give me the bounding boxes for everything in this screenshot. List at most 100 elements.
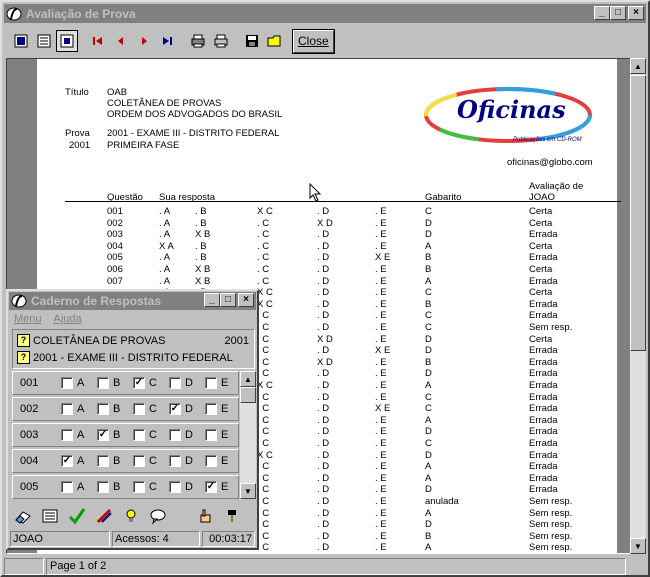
option-e[interactable]: E xyxy=(205,429,228,441)
option-a[interactable]: A xyxy=(61,429,84,441)
maximize-button[interactable]: □ xyxy=(610,6,626,20)
next-page-icon[interactable] xyxy=(133,30,155,52)
option-checkbox[interactable] xyxy=(133,403,145,415)
caderno-minimize-button[interactable]: _ xyxy=(204,293,220,307)
option-d[interactable]: D xyxy=(169,481,193,493)
printer-setup-icon[interactable] xyxy=(187,30,209,52)
option-checkbox[interactable] xyxy=(169,377,181,389)
check-icon[interactable] xyxy=(66,506,88,526)
option-c[interactable]: C xyxy=(133,481,157,493)
option-checkbox[interactable] xyxy=(205,377,217,389)
option-e[interactable]: E xyxy=(205,403,228,415)
open-folder-icon[interactable] xyxy=(264,30,286,52)
caderno-scroll-down[interactable]: ▼ xyxy=(240,483,256,499)
previous-page-icon[interactable] xyxy=(110,30,132,52)
gabarito-value: D xyxy=(425,426,432,438)
caderno-close-button[interactable]: × xyxy=(238,293,254,307)
option-a[interactable]: ✓ A xyxy=(61,455,84,467)
last-page-icon[interactable] xyxy=(156,30,178,52)
hand-icon[interactable] xyxy=(194,506,216,526)
option-checkbox[interactable] xyxy=(133,455,145,467)
option-a[interactable]: A xyxy=(61,403,84,415)
option-checkbox[interactable] xyxy=(61,377,73,389)
option-checkbox[interactable] xyxy=(205,455,217,467)
help-book-icon[interactable]: ? xyxy=(17,351,30,364)
option-b[interactable]: ✓ B xyxy=(97,429,120,441)
fit-page-view-icon[interactable] xyxy=(56,30,78,52)
option-e[interactable]: ✓ E xyxy=(205,481,228,493)
option-b[interactable]: B xyxy=(97,455,120,467)
caderno-title-bar[interactable]: Caderno de Respostas _ □ × xyxy=(9,292,256,310)
option-checkbox[interactable] xyxy=(97,481,109,493)
option-checkbox[interactable] xyxy=(97,403,109,415)
brush-icon[interactable] xyxy=(221,506,243,526)
option-d[interactable]: D xyxy=(169,377,193,389)
answer-mark: . E xyxy=(375,519,387,531)
option-checkbox[interactable] xyxy=(61,481,73,493)
scroll-thumb[interactable] xyxy=(630,75,646,351)
option-checkbox[interactable] xyxy=(169,429,181,441)
option-e[interactable]: E xyxy=(205,377,228,389)
option-checkbox[interactable] xyxy=(169,455,181,467)
option-checkbox[interactable]: ✓ xyxy=(97,429,109,441)
option-checkbox[interactable] xyxy=(133,429,145,441)
gabarito-value: B xyxy=(425,252,432,264)
option-c[interactable]: C xyxy=(133,429,157,441)
option-checkbox[interactable]: ✓ xyxy=(133,377,145,389)
vertical-scrollbar[interactable]: ▲ ▼ xyxy=(630,58,646,554)
option-checkbox[interactable]: ✓ xyxy=(205,481,217,493)
answer-mark: . A xyxy=(159,206,171,217)
eraser-icon[interactable] xyxy=(12,506,34,526)
single-page-view-icon[interactable] xyxy=(10,30,32,52)
first-page-icon[interactable] xyxy=(87,30,109,52)
answer-sheet-icon[interactable] xyxy=(39,506,61,526)
option-checkbox[interactable] xyxy=(97,377,109,389)
option-checkbox[interactable] xyxy=(169,481,181,493)
evaluation-result: Errada xyxy=(529,414,558,426)
option-b[interactable]: B xyxy=(97,481,120,493)
option-d[interactable]: D xyxy=(169,429,193,441)
scroll-down-button[interactable]: ▼ xyxy=(630,538,646,554)
menu-item-menu[interactable]: Menu xyxy=(14,313,42,325)
option-checkbox[interactable] xyxy=(97,455,109,467)
answer-mark: . E xyxy=(375,356,387,368)
option-e[interactable]: E xyxy=(205,455,228,467)
option-c[interactable]: C xyxy=(133,403,157,415)
option-a[interactable]: A xyxy=(61,481,84,493)
caderno-scroll-up[interactable]: ▲ xyxy=(240,371,256,387)
answer-mark: . E xyxy=(375,472,387,484)
caderno-scrollbar[interactable]: ▲ ▼ xyxy=(240,371,256,499)
gabarito-value: D xyxy=(425,484,432,496)
option-checkbox[interactable] xyxy=(61,429,73,441)
minimize-button[interactable]: _ xyxy=(594,6,610,20)
option-checkbox[interactable] xyxy=(205,403,217,415)
close-button[interactable]: Close xyxy=(292,28,335,54)
option-checkbox[interactable]: ✓ xyxy=(169,403,181,415)
option-d[interactable]: ✓ D xyxy=(169,403,193,415)
scroll-up-button[interactable]: ▲ xyxy=(630,58,646,74)
option-c[interactable]: C xyxy=(133,455,157,467)
speech-bubble-icon[interactable] xyxy=(147,506,169,526)
option-d[interactable]: D xyxy=(169,455,193,467)
option-a[interactable]: A xyxy=(61,377,84,389)
option-b[interactable]: B xyxy=(97,377,120,389)
caderno-scroll-thumb[interactable] xyxy=(240,387,256,403)
save-icon[interactable] xyxy=(241,30,263,52)
option-checkbox[interactable]: ✓ xyxy=(61,455,73,467)
help-book-icon[interactable]: ? xyxy=(17,334,30,347)
option-checkbox[interactable] xyxy=(133,481,145,493)
option-checkbox[interactable] xyxy=(61,403,73,415)
pen-icon[interactable] xyxy=(93,506,115,526)
answer-mark: . E xyxy=(375,368,387,380)
multi-page-view-icon[interactable] xyxy=(33,30,55,52)
option-b[interactable]: B xyxy=(97,403,120,415)
lightbulb-icon[interactable] xyxy=(120,506,142,526)
print-icon[interactable] xyxy=(210,30,232,52)
evaluation-result: Errada xyxy=(529,252,558,264)
menu-item-ajuda[interactable]: Ajuda xyxy=(54,313,82,325)
option-c[interactable]: ✓ C xyxy=(133,377,157,389)
title-bar[interactable]: Avaliação de Prova _ □ × xyxy=(4,4,646,23)
option-checkbox[interactable] xyxy=(205,429,217,441)
caderno-maximize-button[interactable]: □ xyxy=(220,293,236,307)
close-window-button[interactable]: × xyxy=(628,6,644,20)
